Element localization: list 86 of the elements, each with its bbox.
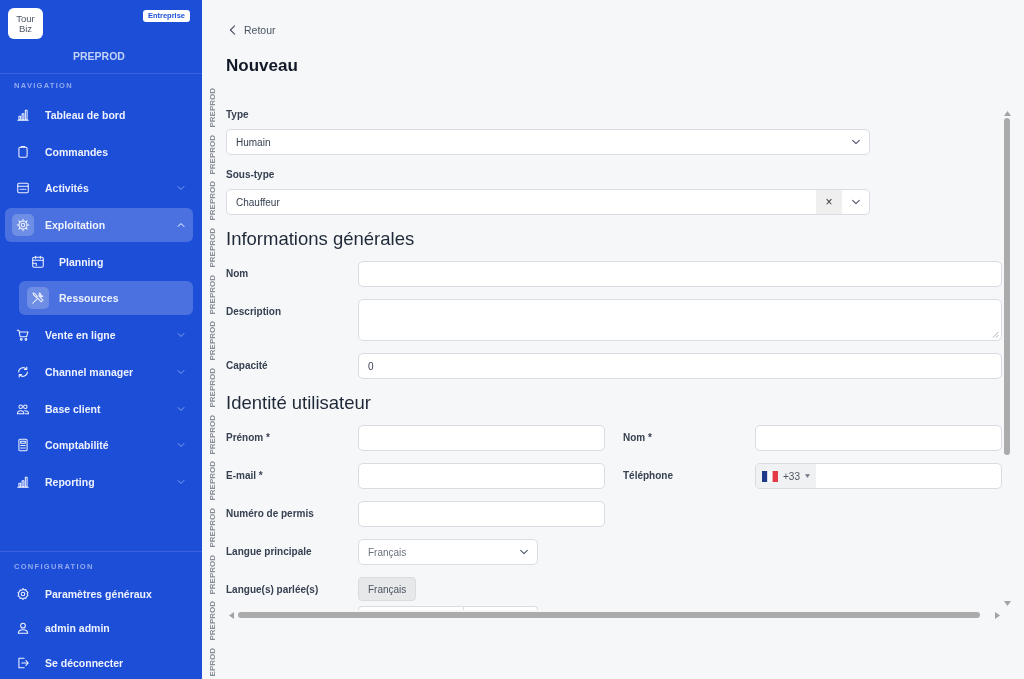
field-label: Capacité [226,359,269,373]
back-link[interactable]: Retour [226,22,276,38]
environment-watermark: PREPROD [208,554,218,595]
section-heading: Identité utilisateur [226,391,372,415]
nav-item[interactable]: Comptabilité [5,428,193,463]
select-field[interactable]: Humain [226,129,870,155]
environment-watermark: PREPROD [208,461,218,501]
settings-icon [16,586,30,601]
textarea-field[interactable] [358,299,1002,341]
calendar-icon [31,254,45,269]
window-icon [16,181,30,196]
user-icon [16,621,30,635]
nav-item[interactable]: Paramètres généraux [5,577,193,610]
environment-watermark: PREPROD [208,134,218,175]
country-code-selector[interactable]: +33 [756,464,816,488]
page-title: Nouveau [226,56,299,76]
field-label: Téléphone [623,469,674,483]
environment-watermark: PREPROD [208,601,218,641]
nav-item[interactable]: Tableau de bord [5,98,193,132]
environment-watermark: PREPROD [208,274,218,315]
select-field[interactable]: Chauffeur × [226,189,870,215]
environment-watermark: PREPROD [208,367,218,408]
scroll-left-arrow-icon[interactable] [229,611,234,619]
environment-watermark: PREPROD [208,227,218,268]
environment-watermark: PREPROD [208,414,218,455]
input-field[interactable] [755,425,1002,451]
bar-chart-icon [16,108,30,122]
environment-watermark: PREPROD [208,507,218,548]
input-field[interactable] [358,261,1002,287]
nav-item[interactable]: admin admin [5,611,193,645]
clear-button[interactable]: × [816,190,842,214]
field-label: Description [226,305,282,319]
caret-icon [804,474,810,478]
scrollbar-thumb[interactable] [1004,118,1010,455]
calculator-icon [16,438,30,453]
field-label: Nom [226,267,250,281]
chevron-down-icon [518,547,529,557]
environment-watermark: PREPROD [208,181,218,221]
section-heading: Informations générales [226,227,416,251]
nav-item[interactable]: Se déconnecter [5,646,193,679]
nav-subitem[interactable]: Ressources [19,281,193,316]
field-label: Numéro de permis [226,507,315,521]
clipboard-icon [16,144,30,159]
nav-item[interactable]: Commandes [5,134,193,169]
nav-item[interactable]: Vente en ligne [5,318,193,353]
field-label: Type [226,108,250,122]
phone-field[interactable]: +33 [755,463,1002,489]
chevron-left-icon [229,25,236,35]
field-label: Prénom * [226,431,271,445]
tools-icon [27,287,49,310]
field-label: Langue(s) parlée(s) [226,583,320,597]
nav-item[interactable]: Activités [5,171,193,206]
input-field[interactable] [358,501,605,527]
scroll-right-arrow-icon[interactable] [995,611,1000,619]
field-label: E-mail * [226,469,264,483]
users-icon [16,401,30,416]
field-label: Sous-type [226,168,276,182]
environment-label: PREPROD [72,49,126,63]
nav-item[interactable]: Base client [5,391,193,426]
chevron-down-icon [850,197,861,207]
resize-grip-icon[interactable] [992,331,999,338]
language-chip: Français [358,577,417,601]
input-field[interactable]: 0 [358,353,1002,379]
gear-icon [12,214,34,237]
environment-watermark: PREPROD [208,321,218,361]
environment-watermark: EPROD [208,647,218,677]
input-field[interactable] [358,463,605,489]
nav-item[interactable]: Exploitation [5,208,193,243]
input-field[interactable] [358,425,605,451]
field-label: Langue principale [226,545,313,559]
nav-item[interactable]: Channel manager [5,354,193,389]
bar-chart-icon [16,474,30,489]
flag-icon [762,470,778,482]
logo: Tour Biz [8,8,43,39]
nav-item[interactable]: Reporting [5,464,193,499]
cart-icon [16,328,30,343]
scroll-down-arrow-icon[interactable] [1003,601,1011,606]
nav-subitem[interactable]: Planning [19,244,193,279]
logout-icon [16,655,30,670]
scrollbar-thumb[interactable] [238,612,980,618]
chevron-down-icon [850,137,861,147]
scroll-up-arrow-icon[interactable] [1003,111,1011,116]
sync-icon [16,364,30,379]
field-label: Nom * [623,431,653,445]
environment-watermark: PREPROD [208,88,218,128]
select-field[interactable]: Français [358,539,538,565]
